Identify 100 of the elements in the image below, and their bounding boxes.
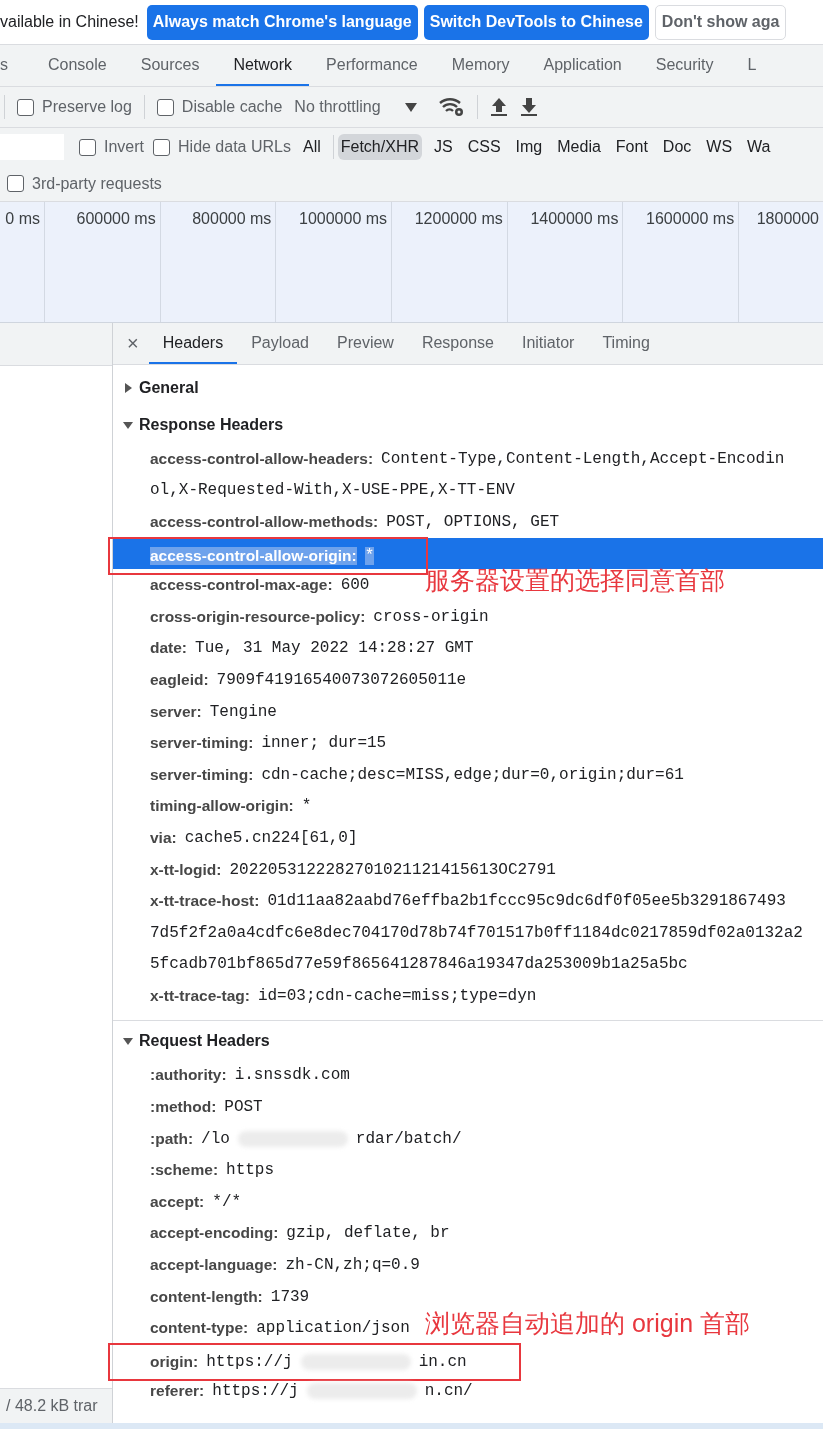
infobar-button[interactable]: Don't show aga bbox=[654, 4, 787, 40]
header-name: access-control-max-age: bbox=[150, 576, 333, 595]
hide-data-urls-checkbox[interactable]: Hide data URLs bbox=[153, 138, 291, 156]
header-value: Tengine bbox=[209, 702, 277, 721]
network-settings-icon[interactable] bbox=[438, 96, 465, 118]
header-value: POST, OPTIONS, GET bbox=[386, 513, 560, 531]
header-name: x-tt-trace-host: bbox=[150, 892, 260, 911]
header-name: :authority: bbox=[150, 1066, 227, 1085]
header-value: */* bbox=[212, 1192, 242, 1211]
type-filter[interactable]: JS bbox=[431, 134, 456, 160]
detail-tab[interactable]: Payload bbox=[237, 323, 323, 364]
type-filter[interactable]: Font bbox=[612, 134, 651, 160]
panel-tab[interactable]: Application bbox=[526, 45, 639, 86]
header-value: 01d11aa82aabd76effba2b1fccc95c9dc6df0f05ee5b3291867493 bbox=[267, 892, 786, 911]
panel-tab[interactable]: L bbox=[730, 45, 774, 86]
panel-tab[interactable]: Security bbox=[638, 45, 731, 86]
header-name: server-timing: bbox=[150, 734, 254, 753]
header-name: date: bbox=[150, 639, 188, 658]
header-value: gzip, deflate, br bbox=[286, 1224, 450, 1243]
header-name: content-type: bbox=[150, 1319, 249, 1338]
header-value: * bbox=[301, 797, 312, 816]
type-filter[interactable]: Wa bbox=[744, 134, 774, 160]
header-value: Content-Type,Content-Length,Accept-Encodin bbox=[381, 449, 785, 468]
disclosure-triangle-icon[interactable] bbox=[123, 1036, 133, 1047]
time-tick: 600000 ms bbox=[76, 210, 156, 228]
detail-tab[interactable]: Headers bbox=[148, 323, 238, 364]
detail-tab[interactable]: Timing bbox=[588, 323, 664, 364]
header-value: rdar/batch/ bbox=[355, 1129, 462, 1148]
disable-cache-checkbox[interactable]: Disable cache bbox=[156, 98, 283, 116]
invert-checkbox[interactable]: Invert bbox=[79, 138, 144, 156]
header-name: content-length: bbox=[150, 1287, 263, 1306]
header-name: cross-origin-resource-policy: bbox=[150, 607, 366, 626]
header-name: :scheme: bbox=[150, 1161, 219, 1180]
type-filter[interactable]: Fetch/XHR bbox=[337, 134, 422, 160]
close-button[interactable]: × bbox=[113, 323, 149, 364]
header-name: x-tt-logid: bbox=[150, 860, 222, 879]
header-value: id=03;cdn-cache=miss;type=dyn bbox=[257, 986, 537, 1005]
panel-tab[interactable]: Console bbox=[31, 45, 124, 86]
header-value: https://j bbox=[206, 1352, 293, 1371]
transfer-summary: / 48.2 kB trar bbox=[6, 1397, 98, 1415]
upload-icon[interactable] bbox=[489, 97, 508, 117]
detail-tab[interactable]: Initiator bbox=[507, 323, 589, 364]
header-value: https bbox=[226, 1161, 275, 1180]
detail-tab[interactable]: Response bbox=[407, 323, 508, 364]
header-name: server-timing: bbox=[150, 765, 254, 784]
header-name: access-control-allow-headers: bbox=[150, 449, 374, 468]
type-filter[interactable]: WS bbox=[703, 134, 736, 160]
panel-tab[interactable]: s bbox=[0, 45, 31, 86]
infobar-button[interactable]: Switch DevTools to Chinese bbox=[423, 4, 649, 40]
header-value: n.cn/ bbox=[424, 1382, 473, 1401]
section-title[interactable]: Request Headers bbox=[139, 1032, 270, 1051]
disclosure-triangle-icon[interactable] bbox=[123, 382, 133, 393]
time-tick: 1200000 ms bbox=[414, 210, 503, 228]
time-tick: 1000000 ms bbox=[299, 210, 388, 228]
type-filter[interactable]: Img bbox=[512, 134, 546, 160]
header-name: x-tt-trace-tag: bbox=[150, 986, 250, 1005]
header-name: :method: bbox=[150, 1098, 217, 1117]
header-name: accept-encoding: bbox=[150, 1224, 279, 1243]
section-title[interactable]: Response Headers bbox=[139, 415, 284, 434]
header-value: application/json bbox=[256, 1319, 410, 1338]
header-name: accept: bbox=[150, 1192, 205, 1211]
header-name: referer: bbox=[150, 1382, 205, 1401]
type-filter[interactable]: Doc bbox=[659, 134, 695, 160]
panel-tab[interactable]: Sources bbox=[123, 45, 217, 86]
preserve-log-checkbox[interactable]: Preserve log bbox=[17, 98, 132, 116]
disclosure-triangle-icon[interactable] bbox=[123, 419, 133, 430]
header-name: server: bbox=[150, 702, 202, 721]
third-party-checkbox[interactable]: 3rd-party requests bbox=[7, 174, 162, 193]
detail-tab[interactable]: Preview bbox=[323, 323, 408, 364]
time-tick: 800000 ms bbox=[192, 210, 272, 228]
header-name: eagleid: bbox=[150, 670, 209, 689]
annotation-text: 浏览器自动追加的 origin 首部 bbox=[425, 1310, 751, 1338]
header-name: accept-language: bbox=[150, 1256, 278, 1275]
header-value: cdn-cache;desc=MISS,edge;dur=0,origin;dur=61 bbox=[261, 765, 684, 784]
header-value: ol,X-Requested-With,X-USE-PPE,X-TT-ENV bbox=[150, 481, 515, 500]
time-tick: 1400000 ms bbox=[530, 210, 619, 228]
section-title[interactable]: General bbox=[139, 378, 199, 397]
header-value: zh-CN,zh;q=0.9 bbox=[285, 1256, 420, 1275]
time-tick: 1800000 bbox=[756, 210, 819, 228]
type-filter[interactable]: CSS bbox=[464, 134, 504, 160]
header-value: 7d5f2f2a0a4cdfc6e8dec704170d78b74f701517b0ff1184dc0217859df02a0132a2 bbox=[150, 923, 803, 942]
header-value: https://j bbox=[212, 1382, 299, 1401]
type-filter[interactable]: All bbox=[299, 134, 324, 160]
download-icon[interactable] bbox=[519, 97, 538, 117]
header-value: cross-origin bbox=[373, 607, 489, 626]
header-value: POST bbox=[224, 1098, 263, 1117]
type-filter[interactable]: Media bbox=[554, 134, 604, 160]
infobar-button[interactable]: Always match Chrome's language bbox=[146, 4, 418, 40]
panel-tab[interactable]: Performance bbox=[309, 45, 435, 86]
header-value: 2022053122282701021121415613OC2791 bbox=[229, 860, 556, 879]
header-value: 1739 bbox=[270, 1287, 310, 1306]
caret-icon[interactable] bbox=[404, 102, 417, 112]
panel-tab[interactable]: Memory bbox=[434, 45, 527, 86]
header-value: 5fcadb701bf865d77e59f865641287846a19347da253009b1a25a5bc bbox=[150, 955, 688, 974]
header-value: in.cn bbox=[418, 1352, 467, 1371]
header-name: :path: bbox=[150, 1129, 194, 1148]
throttling-dropdown[interactable]: No throttling bbox=[294, 98, 381, 116]
header-name: via: bbox=[150, 828, 177, 847]
header-value: /lo bbox=[201, 1129, 230, 1148]
header-value: i.snssdk.com bbox=[234, 1066, 350, 1085]
